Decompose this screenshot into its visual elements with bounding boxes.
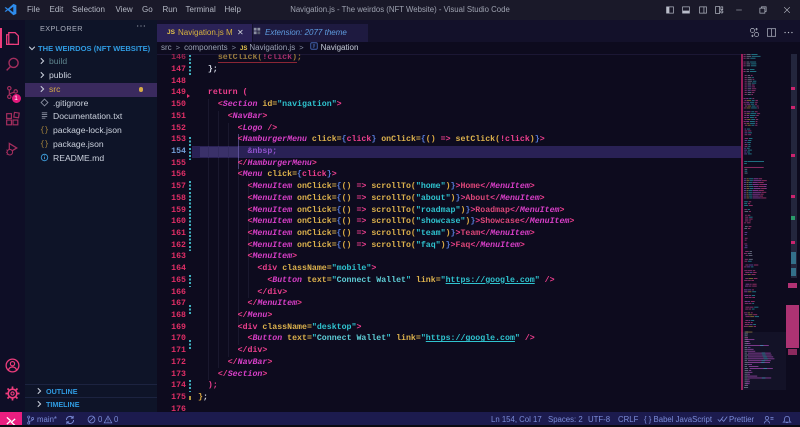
svg-text:{}: {} bbox=[40, 141, 49, 148]
svg-text:{}: {} bbox=[40, 127, 49, 134]
